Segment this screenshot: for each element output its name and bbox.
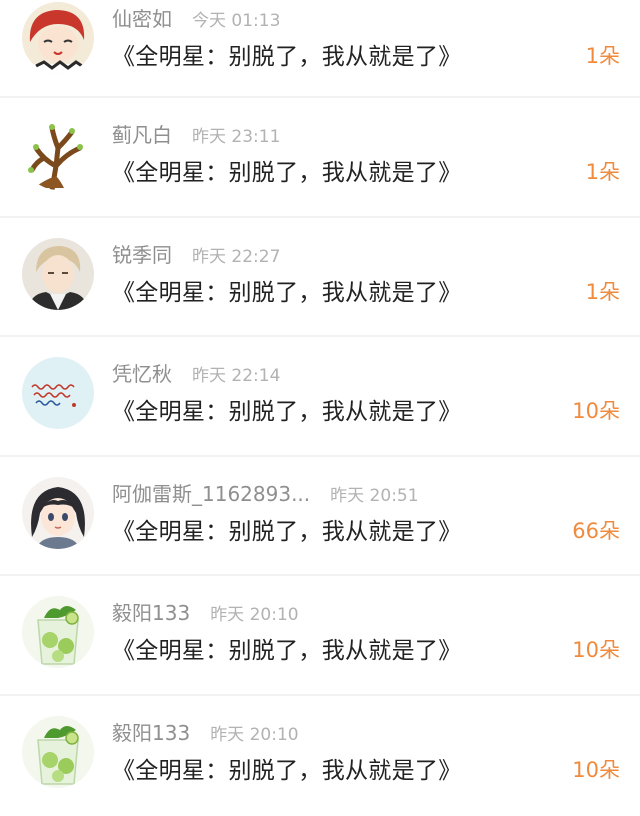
avatar[interactable] — [22, 237, 94, 310]
flower-count: 1朵 — [585, 160, 620, 184]
user-name[interactable]: 毅阳133 — [112, 601, 190, 625]
book-title[interactable]: 《全明星：别脱了，我从就是了》 — [112, 512, 462, 546]
item-meta: 毅阳133 昨天 20:10 — [112, 718, 299, 748]
item-meta: 仙密如 今天 01:13 — [112, 4, 280, 34]
flower-count: 1朵 — [585, 279, 620, 304]
item-meta: 蓟凡白 昨天 23:11 — [112, 120, 280, 150]
anime-boy-avatar-icon — [22, 237, 94, 310]
user-name[interactable]: 阿伽雷斯_1162893... — [112, 482, 310, 506]
book-title[interactable]: 《全明星：别脱了，我从就是了》 — [112, 392, 462, 426]
timestamp: 昨天 20:10 — [210, 724, 299, 745]
timestamp: 昨天 20:51 — [330, 485, 419, 506]
item-meta: 凭忆秋 昨天 22:14 — [112, 359, 280, 389]
flower-count: 66朵 — [572, 518, 620, 543]
user-name[interactable]: 毅阳133 — [112, 721, 190, 745]
timestamp: 昨天 20:10 — [210, 605, 299, 626]
flower-count: 10朵 — [572, 399, 620, 424]
user-name[interactable]: 蓟凡白 — [112, 123, 172, 147]
mojito-drink-avatar-icon — [22, 715, 94, 788]
avatar[interactable] — [22, 476, 94, 549]
avatar[interactable] — [22, 118, 94, 190]
book-title[interactable]: 《全明星：别脱了，我从就是了》 — [112, 631, 462, 665]
timestamp: 昨天 22:14 — [192, 366, 281, 387]
book-title[interactable]: 《全明星：别脱了，我从就是了》 — [112, 37, 462, 71]
list-item[interactable]: 蓟凡白 昨天 23:11 《全明星：别脱了，我从就是了》 1朵 — [0, 98, 640, 218]
list-item[interactable]: 阿伽雷斯_1162893... 昨天 20:51 《全明星：别脱了，我从就是了》 … — [0, 457, 640, 577]
timestamp: 昨天 23:11 — [192, 127, 281, 147]
avatar[interactable] — [22, 357, 94, 430]
user-name[interactable]: 仙密如 — [112, 7, 172, 31]
item-meta: 锐季同 昨天 22:27 — [112, 240, 280, 270]
user-name[interactable]: 凭忆秋 — [112, 362, 172, 386]
tree-branch-avatar-icon — [22, 118, 94, 190]
list-item[interactable]: 仙密如 今天 01:13 《全明星：别脱了，我从就是了》 1朵 — [0, 0, 640, 98]
book-title[interactable]: 《全明星：别脱了，我从就是了》 — [112, 273, 462, 307]
flower-count: 1朵 — [585, 44, 620, 68]
flower-count: 10朵 — [572, 757, 620, 782]
book-title[interactable]: 《全明星：别脱了，我从就是了》 — [112, 153, 462, 187]
red-hair-girl-avatar-icon — [22, 2, 94, 74]
user-name[interactable]: 锐季同 — [112, 243, 172, 267]
item-meta: 毅阳133 昨天 20:10 — [112, 598, 299, 628]
book-title[interactable]: 《全明星：别脱了，我从就是了》 — [112, 751, 462, 785]
avatar[interactable] — [22, 596, 94, 669]
list-item[interactable]: 毅阳133 昨天 20:10 《全明星：别脱了，我从就是了》 10朵 — [0, 696, 640, 816]
list-item[interactable]: 凭忆秋 昨天 22:14 《全明星：别脱了，我从就是了》 10朵 — [0, 337, 640, 457]
avatar[interactable] — [22, 2, 94, 74]
timestamp: 昨天 22:27 — [192, 246, 281, 267]
list-item[interactable]: 锐季同 昨天 22:27 《全明星：别脱了，我从就是了》 1朵 — [0, 218, 640, 338]
avatar[interactable] — [22, 715, 94, 788]
timestamp: 今天 01:13 — [192, 11, 281, 31]
gift-record-list: 仙密如 今天 01:13 《全明星：别脱了，我从就是了》 1朵 蓟凡白 昨天 23:… — [0, 0, 640, 811]
dark-hair-girl-avatar-icon — [22, 476, 94, 549]
list-item[interactable]: 毅阳133 昨天 20:10 《全明星：别脱了，我从就是了》 10朵 — [0, 576, 640, 696]
handwriting-avatar-icon — [22, 357, 94, 430]
mojito-drink-avatar-icon — [22, 596, 94, 669]
item-meta: 阿伽雷斯_1162893... 昨天 20:51 — [112, 479, 419, 509]
flower-count: 10朵 — [572, 638, 620, 663]
